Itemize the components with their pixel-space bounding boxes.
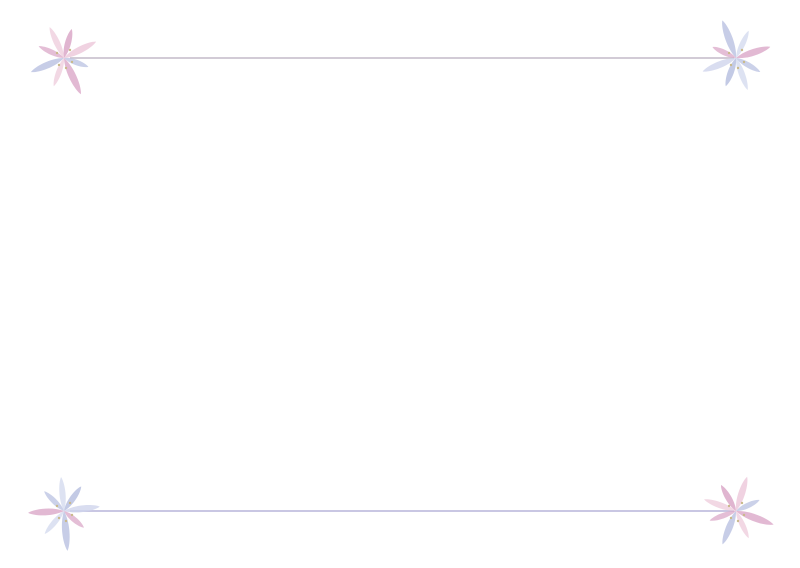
bottom-divider-line — [70, 510, 734, 512]
stamen-dot — [740, 48, 744, 52]
stamen-dot — [64, 66, 68, 70]
stamen-dot — [55, 504, 59, 508]
stamen-dot — [57, 63, 61, 67]
card-frame — [0, 0, 800, 568]
stamen-dot — [57, 516, 61, 520]
stamen-dot — [55, 51, 59, 55]
stamen-dot — [64, 519, 68, 523]
stamen-dot — [736, 66, 740, 70]
stamen-dot — [727, 504, 731, 508]
flower-graphic — [702, 20, 771, 90]
stamen-dot — [729, 63, 733, 67]
bottom-right-flower-icon — [694, 469, 778, 553]
stamen-dot — [736, 519, 740, 523]
stamen-dot — [68, 48, 72, 52]
stamen-dot — [742, 513, 746, 517]
flower-graphic — [28, 477, 100, 551]
top-divider-line — [70, 57, 734, 59]
flower-graphic — [30, 27, 97, 95]
stamen-dot — [68, 501, 72, 505]
flower-graphic — [704, 476, 774, 545]
stamen-dot — [740, 501, 744, 505]
stamen-dot — [729, 516, 733, 520]
stamen-dot — [742, 60, 746, 64]
stamen-dot — [727, 51, 731, 55]
stamen-dot — [70, 60, 74, 64]
bottom-left-flower-icon — [22, 469, 106, 553]
top-right-flower-icon — [694, 16, 778, 100]
top-left-flower-icon — [22, 16, 106, 100]
stamen-dot — [70, 513, 74, 517]
